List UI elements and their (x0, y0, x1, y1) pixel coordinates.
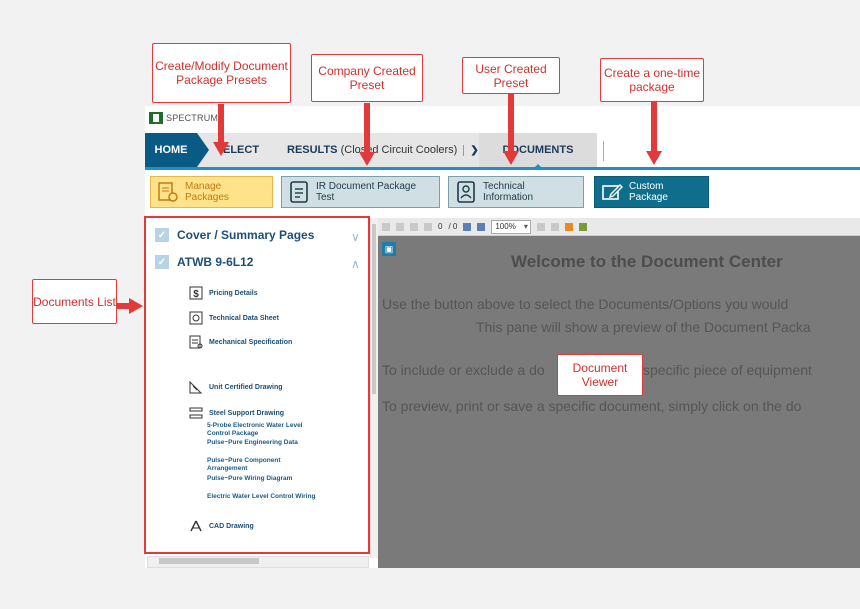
save-icon[interactable] (382, 222, 390, 231)
package-toolbar: Manage Packages IR Document Package Test… (145, 170, 860, 218)
pdf-toolbar: 0 / 0 100% (378, 218, 860, 236)
spectrum-logo-icon (149, 112, 163, 124)
custom-package-button[interactable]: Custom Package (594, 176, 709, 208)
callout-documents-list: Documents List (32, 279, 117, 324)
fit-width-icon[interactable] (550, 222, 559, 231)
nav-home[interactable]: HOME (145, 133, 197, 167)
zoom-select[interactable]: 100% (491, 219, 531, 234)
manage-packages-button[interactable]: Manage Packages (150, 176, 273, 208)
ir-preset-label: IR Document Package Test (316, 181, 417, 203)
breadcrumb-chevron (197, 133, 209, 167)
arrow-presets-head (213, 142, 229, 156)
technical-information-button[interactable]: Technical Information (448, 176, 584, 208)
viewer-line-4: To preview, print or save a specific doc… (382, 398, 802, 414)
manage-packages-label: Manage Packages (185, 181, 229, 203)
callout-document-viewer: Document Viewer (557, 354, 643, 396)
copy-icon[interactable]: ▣ (382, 242, 396, 256)
zoom-out-icon[interactable] (463, 222, 472, 231)
edit-icon (602, 184, 623, 200)
arrow-up-icon[interactable] (410, 222, 418, 231)
bookmark-icon[interactable] (564, 222, 573, 231)
arrow-user-head (503, 151, 519, 165)
page-current[interactable]: 0 (438, 222, 442, 231)
arrow-docs-shaft (116, 303, 130, 309)
scrollbar-thumb[interactable] (372, 224, 376, 394)
arrow-onetime-head (646, 151, 662, 165)
chevron-down-icon[interactable]: ❯ (463, 144, 479, 156)
zoom-in-icon[interactable] (477, 222, 486, 231)
arrow-user-shaft (508, 92, 514, 152)
viewer-line-3b: specific piece of equipment (643, 362, 812, 378)
nav-divider (603, 141, 604, 161)
comment-icon[interactable] (578, 222, 587, 231)
fit-page-icon[interactable] (536, 222, 545, 231)
callout-one-time-package: Create a one-time package (600, 58, 704, 102)
callout-user-preset: User Created Preset (462, 57, 560, 94)
nav-results-label: RESULTS (287, 144, 338, 156)
nav-documents[interactable]: DOCUMENTS (479, 133, 597, 170)
viewer-line-3a: To include or exclude a do (382, 362, 545, 378)
brand: SPECTRUM (149, 110, 218, 126)
page-total: / 0 (448, 222, 458, 231)
manage-packages-icon (158, 182, 178, 202)
brand-name: SPECTRUM (166, 113, 219, 123)
arrow-company-shaft (364, 103, 370, 153)
print-icon[interactable] (396, 222, 404, 231)
viewer-line-2: This pane will show a preview of the Doc… (476, 319, 811, 335)
arrow-docs-head (129, 298, 143, 314)
viewer-line-1: Use the button above to select the Docum… (382, 296, 789, 312)
custom-package-label: Custom Package (629, 181, 668, 203)
arrow-onetime-shaft (651, 102, 657, 152)
ir-preset-button[interactable]: IR Document Package Test (281, 176, 440, 208)
documents-list-highlight (144, 216, 370, 554)
user-document-icon (457, 181, 475, 203)
arrow-down-icon[interactable] (424, 222, 432, 231)
nav-home-label: HOME (154, 144, 188, 156)
viewer-title: Welcome to the Document Center (511, 252, 783, 271)
callout-presets: Create/Modify Document Package Presets (152, 43, 291, 103)
arrow-presets-shaft (218, 104, 224, 144)
arrow-company-head (359, 152, 375, 166)
callout-company-preset: Company Created Preset (311, 54, 423, 102)
document-icon (290, 181, 308, 203)
hscrollbar-thumb[interactable] (159, 558, 259, 564)
technical-information-label: Technical Information (483, 181, 534, 203)
